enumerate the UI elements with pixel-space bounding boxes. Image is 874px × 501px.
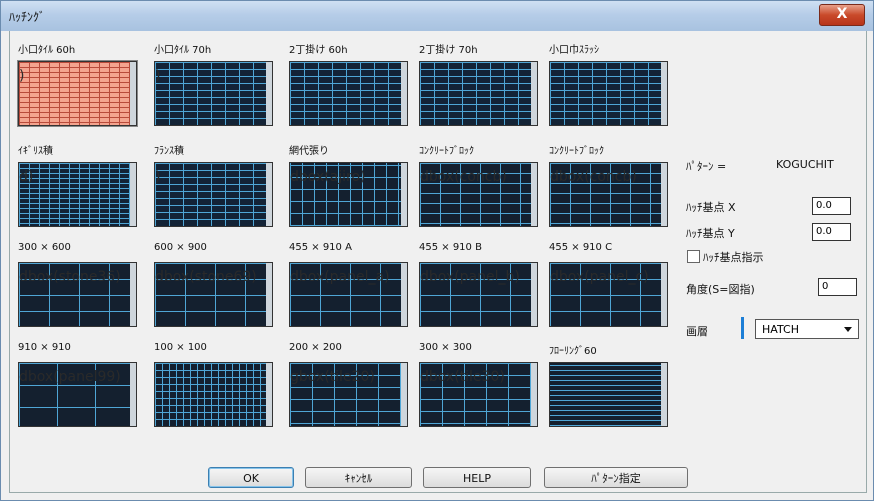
- chevron-down-icon: [844, 327, 852, 332]
- pattern-label-12: 455 × 910 A: [289, 242, 352, 253]
- tile-edge: [661, 263, 667, 326]
- pattern-label-8: ｺﾝｸﾘｰﾄﾌﾞﾛｯｸ: [419, 146, 474, 157]
- pattern-tile-17[interactable]: gbox(tile20): [289, 362, 408, 427]
- pattern-label-6: ﾌﾗﾝｽ積: [154, 146, 184, 157]
- tile-edge: [130, 363, 136, 426]
- pattern-label-1: 小口ﾀｲﾙ 70h: [154, 45, 212, 56]
- pattern-value: KOGUCHIT: [776, 158, 834, 171]
- pattern-select-button[interactable]: ﾊﾟﾀｰﾝ指定: [544, 467, 688, 488]
- pattern-label-10: 300 × 600: [18, 242, 71, 253]
- pattern-tile-13[interactable]: dbox(panel_b): [419, 262, 538, 327]
- pattern-tile-caption: ): [155, 169, 161, 185]
- pattern-label-0: 小口ﾀｲﾙ 60h: [18, 45, 76, 56]
- tile-edge: [266, 263, 272, 326]
- close-button[interactable]: X: [819, 4, 865, 26]
- pattern-tile-1[interactable]: ): [154, 61, 273, 126]
- dialog-body: 小口ﾀｲﾙ 60h) 小口ﾀｲﾙ 70h) 2丁掛け 60h 2丁掛け 70h 小口巾ｽ…: [9, 31, 867, 493]
- pattern-tile-caption: dbox(tile30): [420, 369, 505, 385]
- tile-edge: [401, 163, 407, 226]
- angle-label: 角度(S=図指): [686, 283, 755, 296]
- pattern-label-15: 910 × 910: [18, 342, 71, 353]
- pattern-tile-16[interactable]: [154, 362, 273, 427]
- pattern-tile-caption: dbox(stone36): [19, 269, 121, 285]
- pattern-tile-caption: dbox(panel_c): [550, 269, 649, 285]
- tile-edge: [661, 62, 667, 125]
- tile-edge: [661, 163, 667, 226]
- ok-button[interactable]: OK: [208, 467, 294, 488]
- pattern-label-14: 455 × 910 C: [549, 242, 613, 253]
- pattern-tile-caption: dbox(panel_a): [290, 269, 390, 285]
- pattern-label-3: 2丁掛け 70h: [419, 45, 478, 56]
- hatching-dialog: ﾊｯﾁﾝｸﾞ X 小口ﾀｲﾙ 60h) 小口ﾀｲﾙ 70h) 2丁掛け 60h 2丁掛…: [0, 0, 874, 501]
- pattern-label-16: 100 × 100: [154, 342, 207, 353]
- layer-select[interactable]: HATCH: [755, 319, 859, 339]
- pattern-tile-caption: dbox(panel_b): [420, 269, 520, 285]
- tile-edge: [266, 363, 272, 426]
- pattern-label: ﾊﾟﾀｰﾝ =: [686, 160, 727, 173]
- base-point-check-label: ﾊｯﾁ基点指示: [703, 251, 764, 264]
- pattern-label-5: ｲｷﾞﾘｽ積: [18, 146, 53, 157]
- pattern-tile-9[interactable]: dbox(concb): [549, 162, 668, 227]
- tile-edge: [401, 363, 407, 426]
- tile-edge: [401, 263, 407, 326]
- base-y-label: ﾊｯﾁ基点 Y: [686, 227, 735, 240]
- layer-color-bar: [741, 317, 744, 339]
- pattern-label-17: 200 × 200: [289, 342, 342, 353]
- pattern-tile-caption: dbox(ajiro): [290, 169, 366, 185]
- pattern-label-9: ｺﾝｸﾘｰﾄﾌﾞﾛｯｸ: [549, 146, 604, 157]
- angle-field[interactable]: 0: [818, 278, 857, 296]
- tile-edge: [401, 62, 407, 125]
- pattern-tile-caption: ): [19, 68, 25, 84]
- tile-edge: [531, 163, 537, 226]
- pattern-tile-5[interactable]: d): [18, 162, 137, 227]
- tile-edge: [531, 263, 537, 326]
- pattern-tile-caption: dbox(panel99): [19, 369, 121, 385]
- tile-edge: [661, 363, 667, 426]
- pattern-label-7: 網代張り: [289, 146, 329, 157]
- pattern-tile-caption: dbox(concb): [420, 169, 507, 185]
- pattern-label-13: 455 × 910 B: [419, 242, 482, 253]
- pattern-tile-caption: d): [19, 169, 34, 185]
- pattern-tile-caption: dbox(stone69): [155, 269, 257, 285]
- pattern-tile-11[interactable]: dbox(stone69): [154, 262, 273, 327]
- pattern-tile-18[interactable]: dbox(tile30): [419, 362, 538, 427]
- title-bar[interactable]: ﾊｯﾁﾝｸﾞ X: [1, 1, 873, 31]
- tile-edge: [266, 163, 272, 226]
- window-title: ﾊｯﾁﾝｸﾞ: [9, 10, 46, 24]
- pattern-tile-3[interactable]: [419, 61, 538, 126]
- tile-edge: [130, 263, 136, 326]
- base-x-field[interactable]: 0.0: [812, 197, 851, 215]
- tile-edge: [130, 163, 136, 226]
- pattern-tile-6[interactable]: ): [154, 162, 273, 227]
- pattern-tile-7[interactable]: dbox(ajiro): [289, 162, 408, 227]
- tile-edge: [531, 363, 537, 426]
- pattern-tile-12[interactable]: dbox(panel_a): [289, 262, 408, 327]
- pattern-label-4: 小口巾ｽﾗｯｼ: [549, 45, 599, 56]
- pattern-tile-19[interactable]: [549, 362, 668, 427]
- tile-edge: [531, 62, 537, 125]
- pattern-label-2: 2丁掛け 60h: [289, 45, 348, 56]
- help-button[interactable]: HELP: [423, 467, 531, 488]
- pattern-tile-0[interactable]: ): [18, 61, 137, 126]
- pattern-tile-caption: gbox(tile20): [290, 369, 375, 385]
- pattern-tile-caption: ): [155, 68, 161, 84]
- pattern-label-19: ﾌﾛｰﾘﾝｸﾞ60: [549, 346, 597, 357]
- tile-edge: [266, 62, 272, 125]
- pattern-tile-15[interactable]: dbox(panel99): [18, 362, 137, 427]
- pattern-tile-10[interactable]: dbox(stone36): [18, 262, 137, 327]
- base-x-label: ﾊｯﾁ基点 X: [686, 201, 736, 214]
- pattern-tile-8[interactable]: dbox(concb): [419, 162, 538, 227]
- tile-edge: [130, 62, 136, 125]
- pattern-tile-14[interactable]: dbox(panel_c): [549, 262, 668, 327]
- cancel-button[interactable]: ｷｬﾝｾﾙ: [305, 467, 412, 488]
- pattern-label-18: 300 × 300: [419, 342, 472, 353]
- layer-label: 画層: [686, 325, 708, 338]
- pattern-tile-4[interactable]: [549, 61, 668, 126]
- pattern-label-11: 600 × 900: [154, 242, 207, 253]
- layer-select-value: HATCH: [762, 323, 799, 336]
- base-point-checkbox[interactable]: [687, 250, 700, 263]
- pattern-tile-2[interactable]: [289, 61, 408, 126]
- base-y-field[interactable]: 0.0: [812, 223, 851, 241]
- pattern-tile-caption: dbox(concb): [550, 169, 637, 185]
